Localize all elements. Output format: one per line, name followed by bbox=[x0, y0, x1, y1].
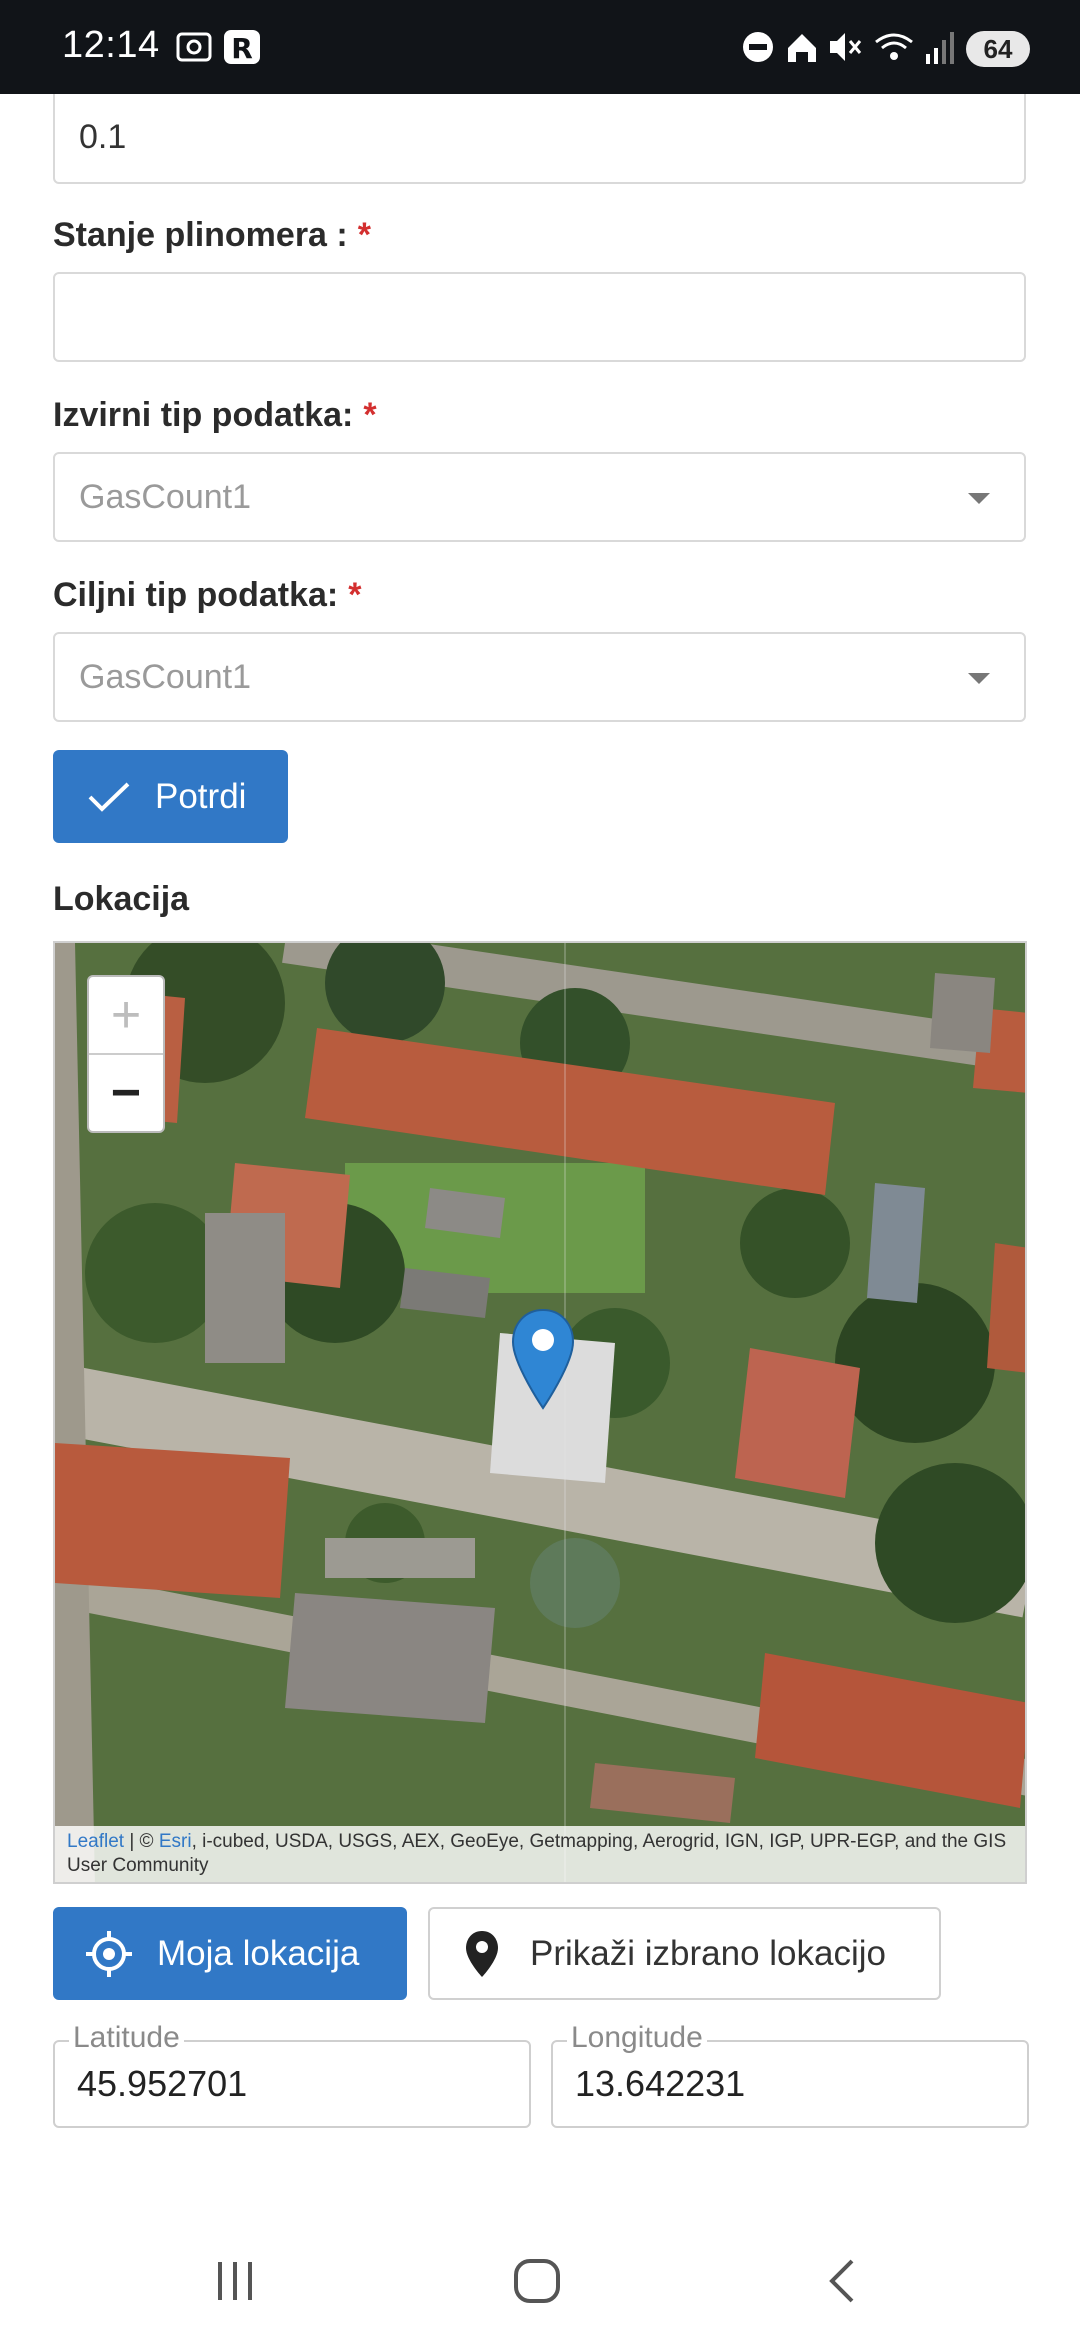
navigation-bar bbox=[0, 2220, 1080, 2340]
latitude-value: 45.952701 bbox=[77, 2063, 248, 2104]
clock: 12:14 bbox=[62, 24, 160, 66]
zoom-in-button[interactable]: + bbox=[89, 977, 163, 1055]
esri-link[interactable]: Esri bbox=[159, 1831, 192, 1852]
r-app-icon: R bbox=[224, 30, 260, 65]
longitude-label: Longitude bbox=[567, 2020, 707, 2056]
required-mark: * bbox=[348, 576, 362, 614]
battery-indicator: 64 bbox=[966, 31, 1030, 67]
location-marker-icon[interactable] bbox=[511, 1308, 575, 1412]
zoom-control: + − bbox=[87, 975, 165, 1133]
leaflet-link[interactable]: Leaflet bbox=[67, 1831, 124, 1852]
longitude-field[interactable]: Longitude 13.642231 bbox=[551, 2020, 1029, 2128]
source-type-label-text: Izvirni tip podatka: bbox=[53, 396, 354, 434]
svg-text:R: R bbox=[231, 32, 253, 65]
meter-label-text: Stanje plinomera : bbox=[53, 216, 348, 254]
attribution-text: , i-cubed, USDA, USGS, AEX, GeoEye, Getm… bbox=[67, 1831, 1007, 1876]
target-type-label-text: Ciljni tip podatka: bbox=[53, 576, 339, 614]
longitude-value: 13.642231 bbox=[575, 2063, 746, 2104]
required-mark: * bbox=[363, 396, 377, 434]
check-icon bbox=[88, 782, 130, 812]
my-location-label: Moja lokacija bbox=[157, 1933, 360, 1973]
recent-apps-icon[interactable] bbox=[212, 2258, 258, 2304]
map-view[interactable]: + − Leaflet | © Esri, i-cubed, USDA, USG… bbox=[53, 941, 1027, 1884]
my-location-button[interactable]: Moja lokacija bbox=[53, 1907, 407, 2000]
map-attribution: Leaflet | © Esri, i-cubed, USDA, USGS, A… bbox=[55, 1826, 1025, 1882]
satellite-imagery bbox=[55, 943, 1025, 1882]
map-pin-icon bbox=[466, 1930, 498, 1977]
source-type-select[interactable]: GasCount1 bbox=[53, 452, 1026, 542]
previous-value-input[interactable]: 0.1 bbox=[53, 94, 1026, 184]
target-type-label: Ciljni tip podatka: * bbox=[53, 576, 361, 615]
screenshot-icon bbox=[176, 32, 212, 62]
crosshair-icon bbox=[86, 1930, 132, 1977]
meter-input[interactable] bbox=[53, 272, 1026, 362]
source-type-label: Izvirni tip podatka: * bbox=[53, 396, 377, 435]
confirm-button[interactable]: Potrdi bbox=[53, 750, 288, 843]
zoom-out-button[interactable]: − bbox=[89, 1055, 163, 1131]
attribution-separator: | © bbox=[124, 1831, 159, 1852]
show-selected-location-button[interactable]: Prikaži izbrano lokacijo bbox=[428, 1907, 941, 2000]
meter-label: Stanje plinomera : * bbox=[53, 216, 371, 255]
location-title: Lokacija bbox=[53, 880, 190, 918]
wifi-icon bbox=[875, 33, 913, 60]
confirm-button-label: Potrdi bbox=[155, 776, 247, 816]
home-icon bbox=[788, 34, 816, 62]
show-selected-location-label: Prikaži izbrano lokacijo bbox=[530, 1933, 886, 1973]
mute-icon bbox=[830, 33, 862, 61]
back-icon[interactable] bbox=[822, 2258, 862, 2304]
target-type-select[interactable]: GasCount1 bbox=[53, 632, 1026, 722]
signal-icon bbox=[926, 32, 954, 64]
home-button-icon[interactable] bbox=[512, 2258, 562, 2304]
status-bar: 12:14 R 64 bbox=[0, 0, 1080, 94]
chevron-down-icon bbox=[968, 493, 990, 504]
latitude-label: Latitude bbox=[69, 2020, 184, 2056]
dnd-icon bbox=[743, 32, 773, 62]
required-mark: * bbox=[357, 216, 371, 254]
source-type-value: GasCount1 bbox=[79, 478, 251, 516]
chevron-down-icon bbox=[968, 673, 990, 684]
target-type-value: GasCount1 bbox=[79, 658, 251, 696]
latitude-field[interactable]: Latitude 45.952701 bbox=[53, 2020, 531, 2128]
